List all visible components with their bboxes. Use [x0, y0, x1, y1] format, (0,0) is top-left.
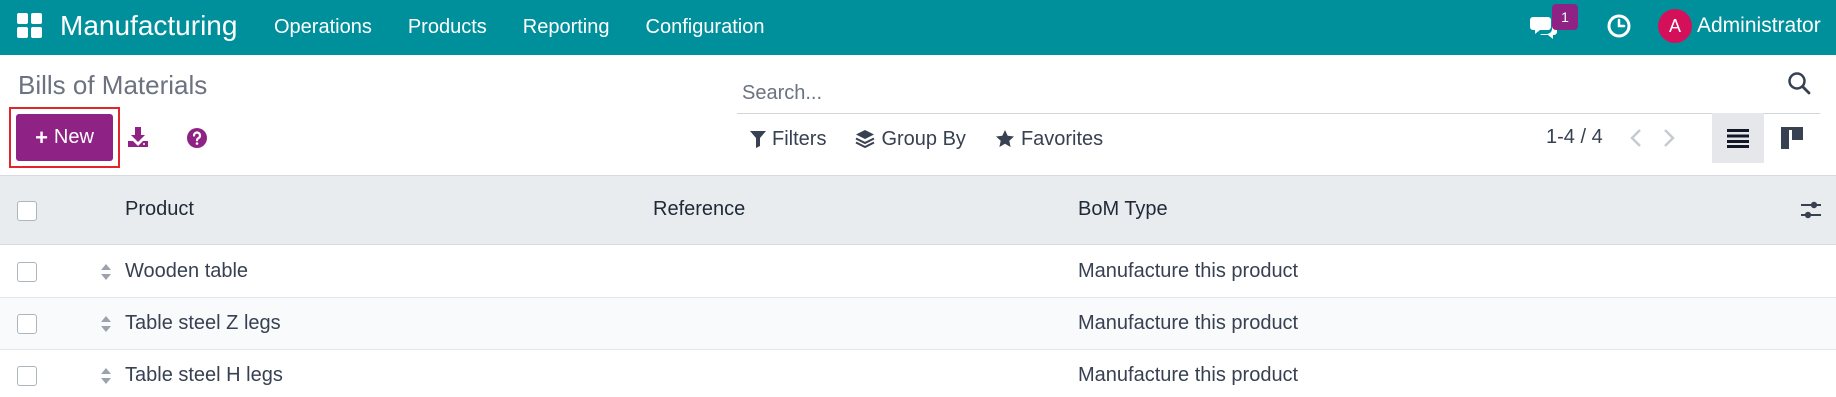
menu-reporting[interactable]: Reporting: [523, 16, 610, 39]
new-button-label: New: [53, 126, 94, 148]
search-options: Filters Group By Favorites: [750, 124, 1132, 154]
column-header-reference[interactable]: Reference: [653, 198, 745, 221]
filters-label: Filters: [772, 127, 827, 150]
filters-dropdown[interactable]: Filters: [750, 128, 826, 151]
help-icon[interactable]: [186, 127, 208, 149]
cell-product: Wooden table: [125, 260, 249, 282]
list-view-button[interactable]: [1712, 113, 1764, 163]
menu-operations[interactable]: Operations: [274, 16, 372, 39]
column-settings-icon[interactable]: [1799, 198, 1823, 222]
favorites-dropdown[interactable]: Favorites: [995, 128, 1103, 151]
main-menu: Operations Products Reporting Configurat…: [274, 0, 800, 55]
plus-icon: +: [35, 124, 48, 150]
new-button[interactable]: + New: [16, 114, 113, 161]
user-name[interactable]: Administrator: [1697, 14, 1821, 38]
group-by-dropdown[interactable]: Group By: [855, 127, 966, 151]
favorites-label: Favorites: [1020, 127, 1104, 150]
row-checkbox[interactable]: [17, 262, 37, 282]
cell-product: Table steel H legs: [125, 364, 283, 386]
cell-bom-type: Manufacture this product: [1078, 260, 1299, 282]
chevron-right-icon[interactable]: [1660, 127, 1678, 149]
drag-handle-icon[interactable]: [99, 313, 113, 335]
user-avatar[interactable]: A: [1658, 9, 1692, 43]
search-icon[interactable]: [1786, 70, 1812, 96]
apps-grid-icon[interactable]: [17, 13, 43, 39]
row-checkbox[interactable]: [17, 314, 37, 334]
chat-badge: 1: [1552, 4, 1578, 30]
column-header-bom-type[interactable]: BoM Type: [1078, 198, 1168, 221]
cell-product: Table steel Z legs: [125, 312, 281, 334]
row-checkbox[interactable]: [17, 366, 37, 386]
group-by-label: Group By: [881, 127, 966, 150]
table-row[interactable]: Table steel H legs Manufacture this prod…: [0, 350, 1836, 397]
layers-icon: [856, 130, 875, 149]
top-navbar: Manufacturing Operations Products Report…: [0, 0, 1836, 55]
table-header: Product Reference BoM Type: [0, 175, 1836, 245]
filter-icon: [750, 131, 766, 148]
star-icon: [995, 130, 1014, 147]
drag-handle-icon[interactable]: [99, 261, 113, 283]
chevron-left-icon[interactable]: [1627, 127, 1645, 149]
select-all-checkbox[interactable]: [17, 201, 37, 221]
search-input[interactable]: [742, 78, 1742, 108]
kanban-view-icon: [1781, 127, 1803, 149]
menu-products[interactable]: Products: [408, 16, 487, 39]
drag-handle-icon[interactable]: [99, 365, 113, 387]
list-view-icon: [1727, 129, 1749, 148]
app-title[interactable]: Manufacturing: [60, 8, 237, 44]
kanban-view-button[interactable]: [1766, 113, 1818, 163]
activity-clock-icon[interactable]: [1606, 13, 1632, 39]
column-header-product[interactable]: Product: [125, 198, 194, 221]
table-row[interactable]: Wooden table Manufacture this product: [0, 246, 1836, 298]
pager-value[interactable]: 1-4 / 4: [1546, 126, 1603, 149]
cell-bom-type: Manufacture this product: [1078, 364, 1299, 386]
table-row[interactable]: Table steel Z legs Manufacture this prod…: [0, 298, 1836, 350]
page-title: Bills of Materials: [18, 70, 208, 100]
search-bar: [737, 70, 1820, 114]
download-icon[interactable]: [127, 126, 149, 148]
menu-configuration[interactable]: Configuration: [646, 16, 765, 39]
cell-bom-type: Manufacture this product: [1078, 312, 1299, 334]
